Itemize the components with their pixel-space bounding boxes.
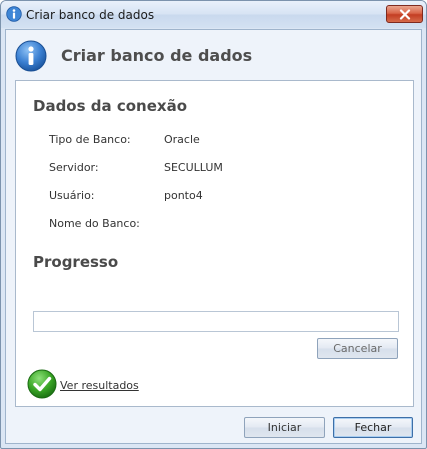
dialog-body: Criar banco de dados Dados da conexão Ti… (5, 29, 422, 444)
close-icon (399, 9, 411, 20)
dialog-window: Criar banco de dados Criar banco de dado… (0, 0, 427, 449)
field-value-server: SECULLUM (164, 161, 223, 174)
connection-section-title: Dados da conexão (33, 97, 187, 115)
window-title: Criar banco de dados (26, 8, 155, 22)
field-label-user: Usuário: (49, 189, 95, 202)
info-icon (15, 40, 47, 72)
cancel-button[interactable]: Cancelar (317, 338, 398, 359)
page-title: Criar banco de dados (61, 46, 253, 65)
progress-section-title: Progresso (33, 253, 119, 271)
view-results-link[interactable]: Ver resultados (60, 379, 139, 392)
close-dialog-button[interactable]: Fechar (333, 417, 413, 438)
start-button[interactable]: Iniciar (244, 417, 325, 438)
info-icon (6, 6, 22, 22)
progress-bar (33, 311, 399, 332)
title-bar[interactable]: Criar banco de dados (1, 1, 426, 28)
field-label-db-name: Nome do Banco: (49, 217, 140, 230)
check-icon (27, 369, 57, 399)
field-value-user: ponto4 (164, 189, 203, 202)
content-panel: Dados da conexão Tipo de Banco: Oracle S… (15, 80, 414, 407)
field-label-server: Servidor: (49, 161, 99, 174)
close-button[interactable] (386, 5, 423, 23)
field-value-db-type: Oracle (164, 133, 200, 146)
field-label-db-type: Tipo de Banco: (49, 133, 131, 146)
